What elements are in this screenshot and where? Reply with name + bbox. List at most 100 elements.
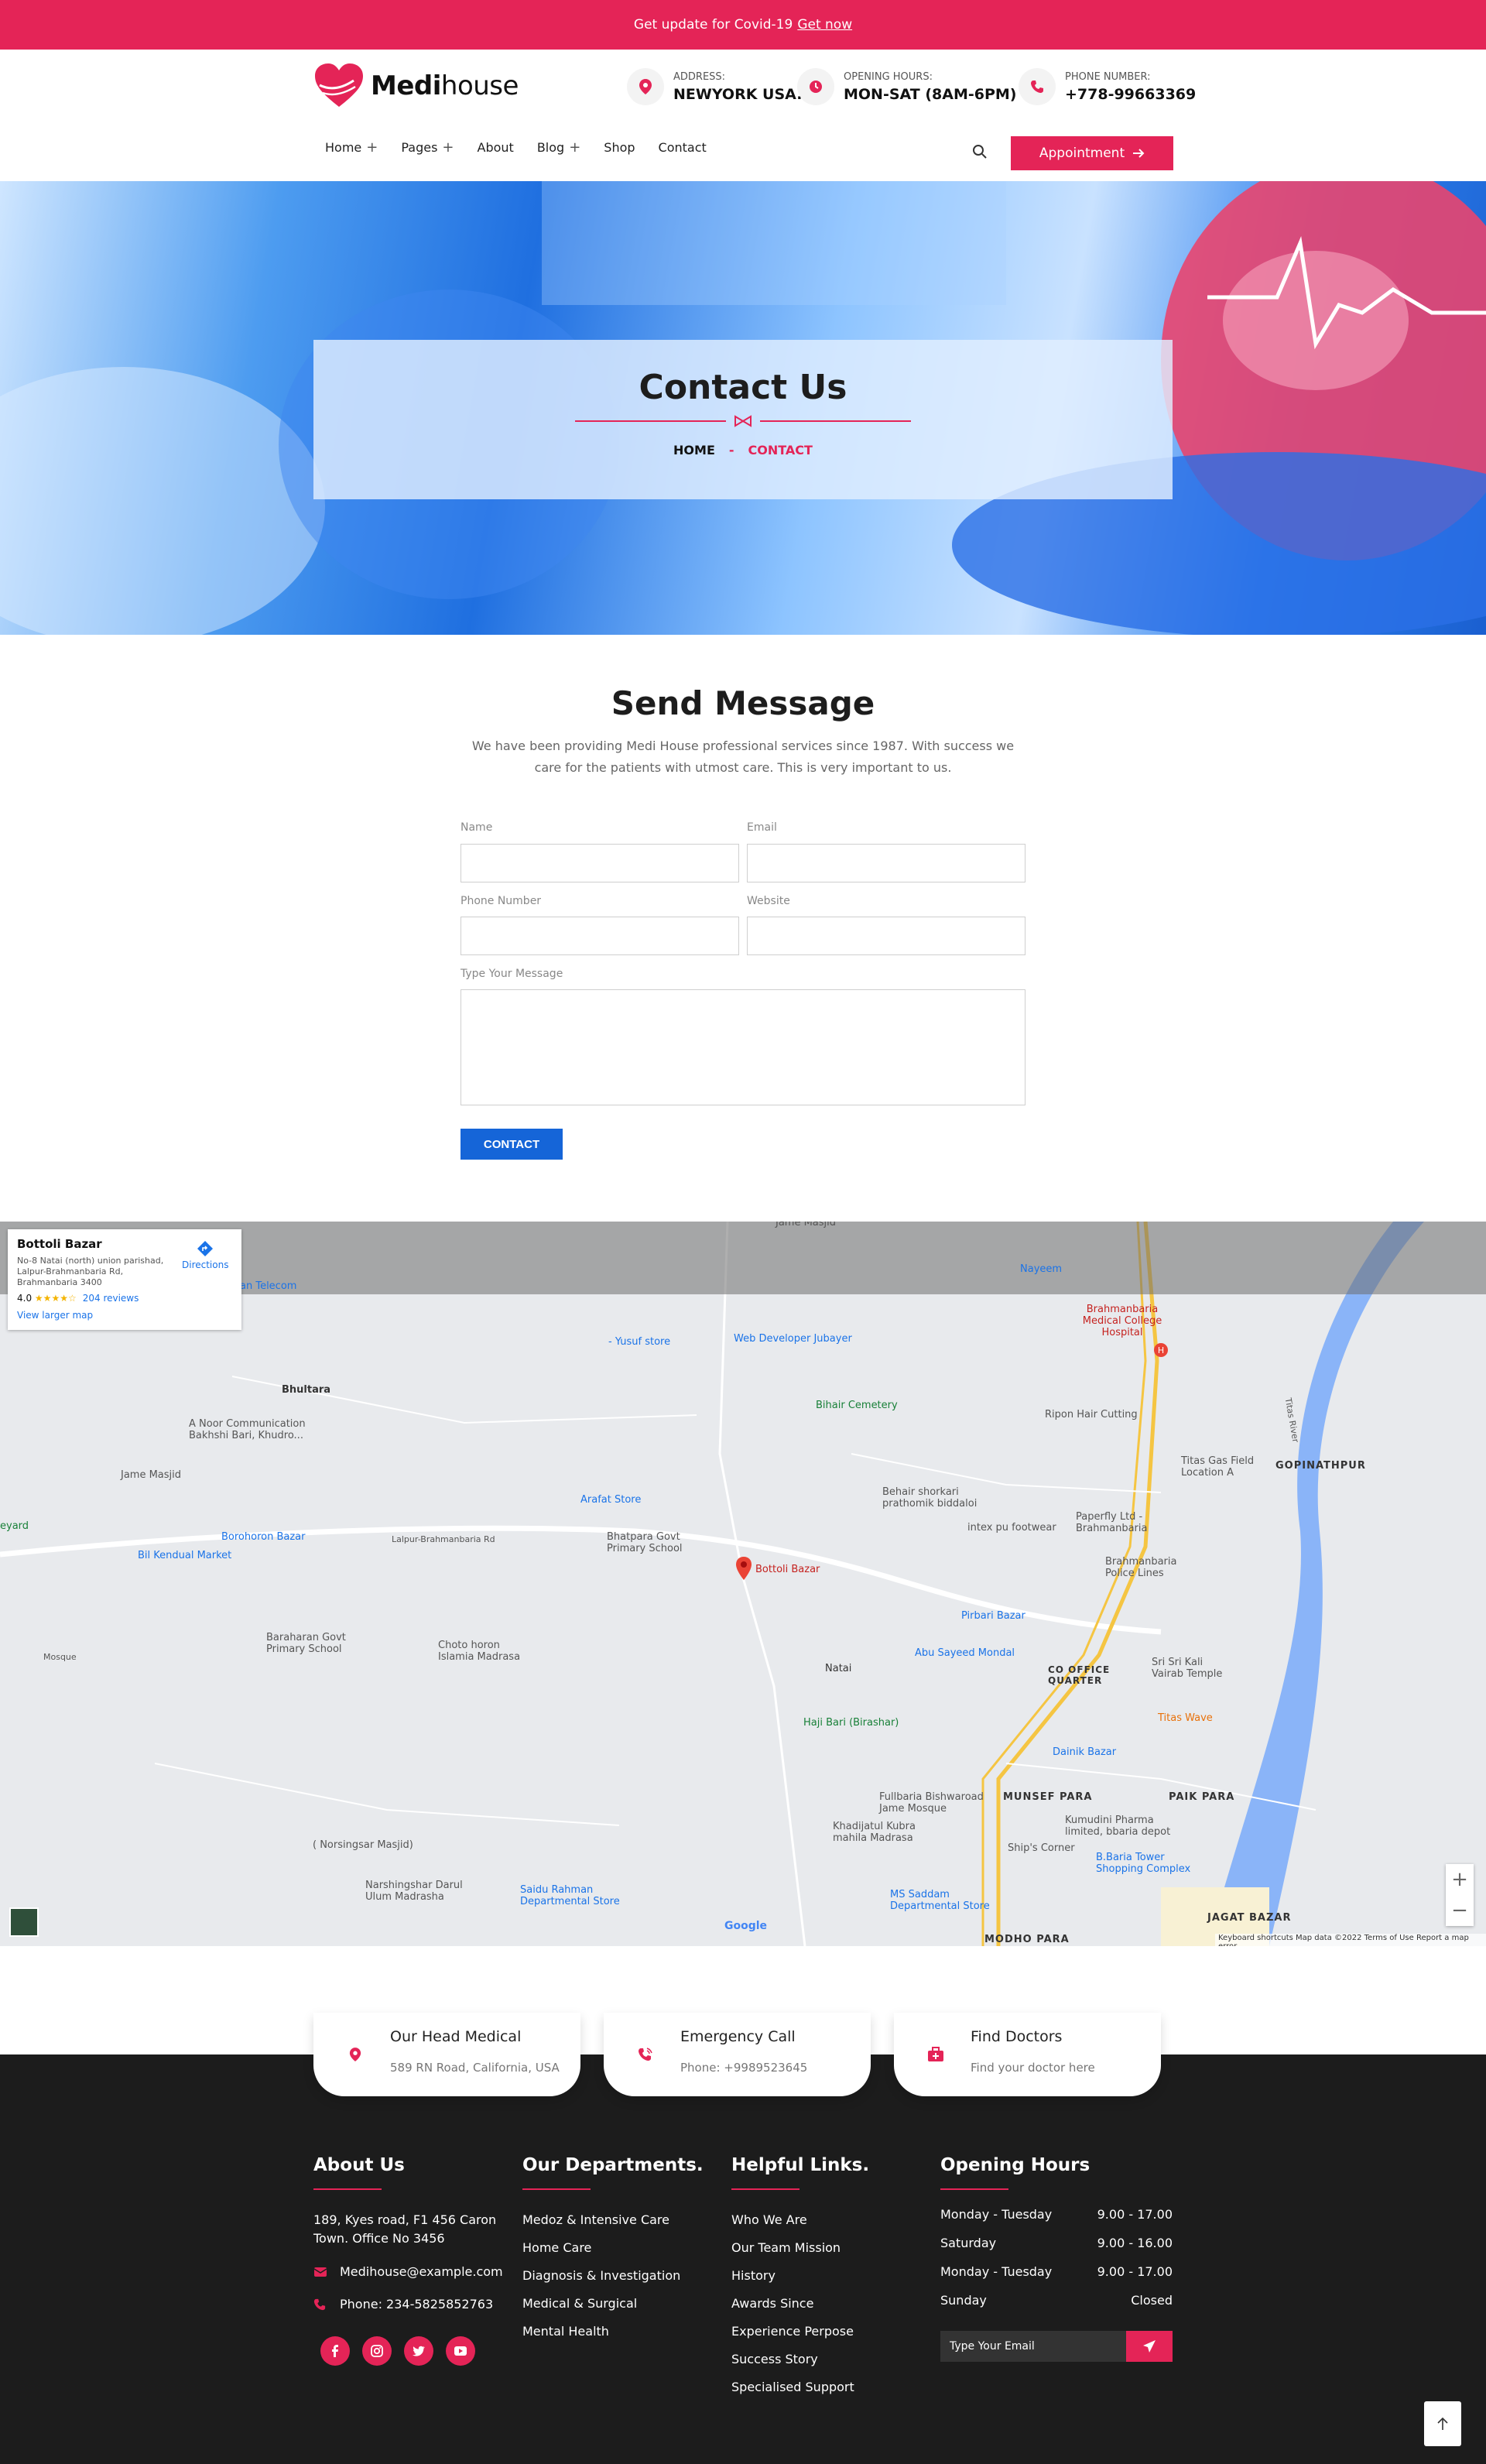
main-nav: Home + Pages + About Blog + Shop Contact [325, 139, 730, 156]
map-label-ships-corner: Ship's Corner [1008, 1842, 1075, 1854]
department-link[interactable]: Diagnosis & Investigation [522, 2268, 680, 2283]
map-label-dainik-bazar: Dainik Bazar [1053, 1746, 1117, 1758]
google-logo: Google [724, 1920, 768, 1932]
map-pin-icon[interactable] [735, 1556, 752, 1581]
address-info: ADDRESS: NEWYORK USA. [627, 68, 802, 105]
nav-pages[interactable]: Pages + [401, 139, 454, 156]
nav-home[interactable]: Home + [325, 139, 378, 156]
map-label-jagat-bazar: JAGAT BAZAR [1207, 1912, 1292, 1924]
phone-number-field[interactable] [461, 917, 739, 955]
view-larger-map-link[interactable]: View larger map [17, 1310, 232, 1321]
nav-about[interactable]: About [478, 139, 514, 156]
nav-contact[interactable]: Contact [659, 139, 707, 156]
phone-value: +778-99663369 [1065, 85, 1197, 103]
helpful-link[interactable]: Specialised Support [731, 2380, 854, 2394]
title-divider [575, 413, 911, 429]
footer-departments-title: Our Departments. [522, 2155, 704, 2175]
map-label-pirbari-bazar: Pirbari Bazar [961, 1610, 1025, 1622]
card-subtitle: Find your doctor here [971, 2061, 1095, 2075]
map-satellite-toggle[interactable] [9, 1907, 39, 1937]
breadcrumb-home[interactable]: HOME [673, 443, 715, 458]
site-footer [0, 2054, 1486, 2464]
helpful-link[interactable]: Awards Since [731, 2296, 813, 2311]
contact-card-head-medical: Our Head Medical 589 RN Road, California… [313, 2013, 580, 2096]
helpful-link[interactable]: Success Story [731, 2352, 818, 2366]
contact-submit-button[interactable]: CONTACT [461, 1129, 563, 1160]
nav-blog[interactable]: Blog + [537, 139, 580, 156]
footer-address: 189, Kyes road, F1 456 Caron Town. Offic… [313, 2212, 497, 2246]
directions-icon [197, 1241, 214, 1256]
scroll-to-top-button[interactable] [1424, 2401, 1461, 2446]
plus-icon: + [366, 139, 378, 156]
instagram-icon[interactable] [362, 2336, 392, 2366]
map-roads [0, 1222, 1424, 1946]
helpful-link[interactable]: Experience Perpose [731, 2324, 854, 2339]
department-link[interactable]: Mental Health [522, 2324, 609, 2339]
map-label-paik-para: PAIK PARA [1169, 1791, 1235, 1803]
address-value: NEWYORK USA. [673, 85, 803, 103]
map-label-co-office: CO OFFICE QUARTER [1048, 1664, 1111, 1686]
twitter-icon[interactable] [404, 2336, 433, 2366]
map-label-bhatpara-school: Bhatpara Govt Primary School [607, 1531, 683, 1554]
contact-card-emergency: Emergency Call Phone: +9989523645 [604, 2013, 871, 2096]
zoom-in-button[interactable]: + [1446, 1864, 1474, 1895]
address-label: ADDRESS: [673, 70, 726, 83]
name-label: Name [461, 821, 493, 834]
hero-banner: Contact Us HOME - CONTACT [0, 181, 1486, 635]
helpful-link[interactable]: Our Team Mission [731, 2240, 841, 2255]
helpful-link[interactable]: Who We Are [731, 2212, 807, 2227]
map-label-abu-sayeed: Abu Sayeed Mondal [915, 1647, 1015, 1659]
phone-number-label: Phone Number [461, 895, 542, 907]
message-textarea[interactable] [461, 989, 1025, 1105]
map-attribution[interactable]: Keyboard shortcuts Map data ©2022 Terms … [1215, 1934, 1486, 1946]
hero-title-box: Contact Us HOME - CONTACT [313, 340, 1173, 499]
appointment-button[interactable]: Appointment [1011, 136, 1173, 170]
title-underline [731, 2188, 799, 2190]
map-label-bil-kendual: Bil Kendual Market [138, 1550, 232, 1561]
footer-email[interactable]: Medihouse@example.com [340, 2264, 503, 2279]
map-label-borohoron-bazar: Borohoron Bazar [221, 1531, 306, 1543]
send-button[interactable] [1126, 2331, 1173, 2362]
department-link[interactable]: Home Care [522, 2240, 591, 2255]
title-underline [313, 2188, 382, 2190]
newsletter-email-input[interactable] [940, 2331, 1126, 2362]
google-map[interactable]: H Bhultara - Yusuf store Web Developer J… [0, 1222, 1486, 1946]
directions-button[interactable]: Directions [182, 1240, 228, 1270]
footer-phone: Phone: 234-5825852763 [340, 2297, 494, 2311]
hospital-pin-icon: H [1154, 1343, 1168, 1357]
map-label-yusuf-store: - Yusuf store [608, 1336, 671, 1348]
logo[interactable]: Medihouse [313, 62, 519, 110]
covid-topbar: Get update for Covid-19 Get now [0, 0, 1486, 50]
name-field[interactable] [461, 844, 739, 882]
get-now-link[interactable]: Get now [797, 17, 852, 33]
card-subtitle: Phone: +9989523645 [680, 2061, 808, 2075]
reviews-link[interactable]: 204 reviews [83, 1293, 139, 1304]
card-title: Emergency Call [680, 2028, 796, 2045]
card-subtitle: 589 RN Road, California, USA [390, 2061, 560, 2075]
map-label-fullbaria-mosque: Fullbaria Bishwaroad Jame Mosque [879, 1791, 984, 1815]
map-label-ms-saddam: MS Saddam Departmental Store [890, 1889, 990, 1912]
search-icon[interactable] [972, 144, 988, 159]
card-title: Our Head Medical [390, 2028, 522, 2045]
map-label-bottoli-bazar: Bottoli Bazar [755, 1564, 820, 1575]
map-place-card: Bottoli Bazar No-8 Natai (north) union p… [8, 1229, 241, 1330]
email-label: Email [747, 821, 777, 834]
phone-icon [1019, 68, 1056, 105]
youtube-icon[interactable] [446, 2336, 475, 2366]
website-field[interactable] [747, 917, 1025, 955]
zoom-out-button[interactable]: − [1446, 1895, 1474, 1926]
department-link[interactable]: Medical & Surgical [522, 2296, 637, 2311]
email-field[interactable] [747, 844, 1025, 882]
facebook-icon[interactable] [320, 2336, 350, 2366]
map-label-norsingsar: ( Norsingsar Masjid) [313, 1839, 413, 1851]
map-label-telecom: an Telecom [240, 1280, 297, 1292]
department-link[interactable]: Medoz & Intensive Care [522, 2212, 669, 2227]
title-underline [940, 2188, 1008, 2190]
divider-ornament-icon [734, 415, 752, 427]
contact-card-find-doctors: Find Doctors Find your doctor here [894, 2013, 1161, 2096]
map-label-jame-masjid: Jame Masjid [121, 1469, 182, 1481]
nav-shop[interactable]: Shop [604, 139, 635, 156]
helpful-link[interactable]: History [731, 2268, 776, 2283]
phone-info: PHONE NUMBER: +778-99663369 [1019, 68, 1196, 105]
title-underline [522, 2188, 591, 2190]
